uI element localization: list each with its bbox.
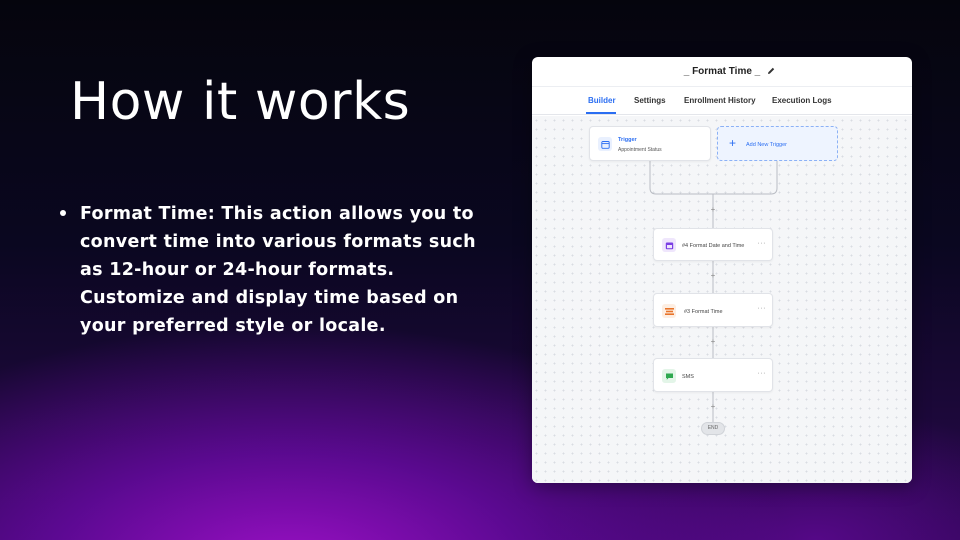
step-format-time[interactable]: #3 Format Time ··· xyxy=(653,293,773,327)
workflow-title[interactable]: _ Format Time _ xyxy=(532,66,912,77)
step-label: SMS xyxy=(682,374,694,380)
bullet-line: convert time into various formats such xyxy=(80,232,476,252)
end-marker: END xyxy=(701,422,725,435)
tab-enrollment-history[interactable]: Enrollment History xyxy=(684,96,756,105)
add-step-plus[interactable]: + xyxy=(708,205,718,214)
plus-icon: + xyxy=(729,136,737,150)
workflow-tabs: Builder Settings Enrollment History Exec… xyxy=(532,87,912,115)
step-label: #4 Format Date and Time xyxy=(682,243,745,249)
bullet-line: Format Time: This action allows you to xyxy=(80,204,474,224)
bullet-line: your preferred style or locale. xyxy=(80,316,386,336)
add-step-plus[interactable]: + xyxy=(708,271,718,280)
workflow-header: _ Format Time _ xyxy=(532,57,912,87)
step-sms[interactable]: SMS ··· xyxy=(653,358,773,392)
step-label: #3 Format Time xyxy=(684,309,723,315)
bullet-line: Customize and display time based on xyxy=(80,288,459,308)
more-options-icon[interactable]: ··· xyxy=(758,240,767,247)
format-time-icon xyxy=(662,304,676,318)
tab-execution-logs[interactable]: Execution Logs xyxy=(772,96,832,105)
bullet-item: Format Time: This action allows you to c… xyxy=(58,200,498,340)
bullet-line: as 12-hour or 24-hour formats. xyxy=(80,260,395,280)
active-tab-indicator xyxy=(586,112,616,114)
trigger-subtitle: Appointment Status xyxy=(618,147,662,153)
calendar-icon xyxy=(662,238,676,252)
sms-icon xyxy=(662,369,676,383)
calendar-icon xyxy=(598,137,612,151)
more-options-icon[interactable]: ··· xyxy=(758,370,767,377)
step-format-date-time[interactable]: #4 Format Date and Time ··· xyxy=(653,228,773,261)
more-options-icon[interactable]: ··· xyxy=(758,305,767,312)
workflow-screenshot: _ Format Time _ Builder Settings Enrollm… xyxy=(532,57,912,483)
slide-title: How it works xyxy=(70,72,411,132)
tab-builder[interactable]: Builder xyxy=(588,96,616,105)
trigger-title: Trigger xyxy=(618,137,637,143)
bullet-list: Format Time: This action allows you to c… xyxy=(58,200,498,340)
tab-settings[interactable]: Settings xyxy=(634,96,666,105)
trigger-node[interactable]: Trigger Appointment Status xyxy=(589,126,711,161)
add-trigger-button[interactable]: + Add New Trigger xyxy=(717,126,838,161)
workflow-canvas[interactable]: Trigger Appointment Status + Add New Tri… xyxy=(532,116,912,483)
add-trigger-label: Add New Trigger xyxy=(746,142,787,148)
add-step-plus[interactable]: + xyxy=(708,402,718,411)
pencil-icon[interactable] xyxy=(766,66,776,76)
add-step-plus[interactable]: + xyxy=(708,337,718,346)
